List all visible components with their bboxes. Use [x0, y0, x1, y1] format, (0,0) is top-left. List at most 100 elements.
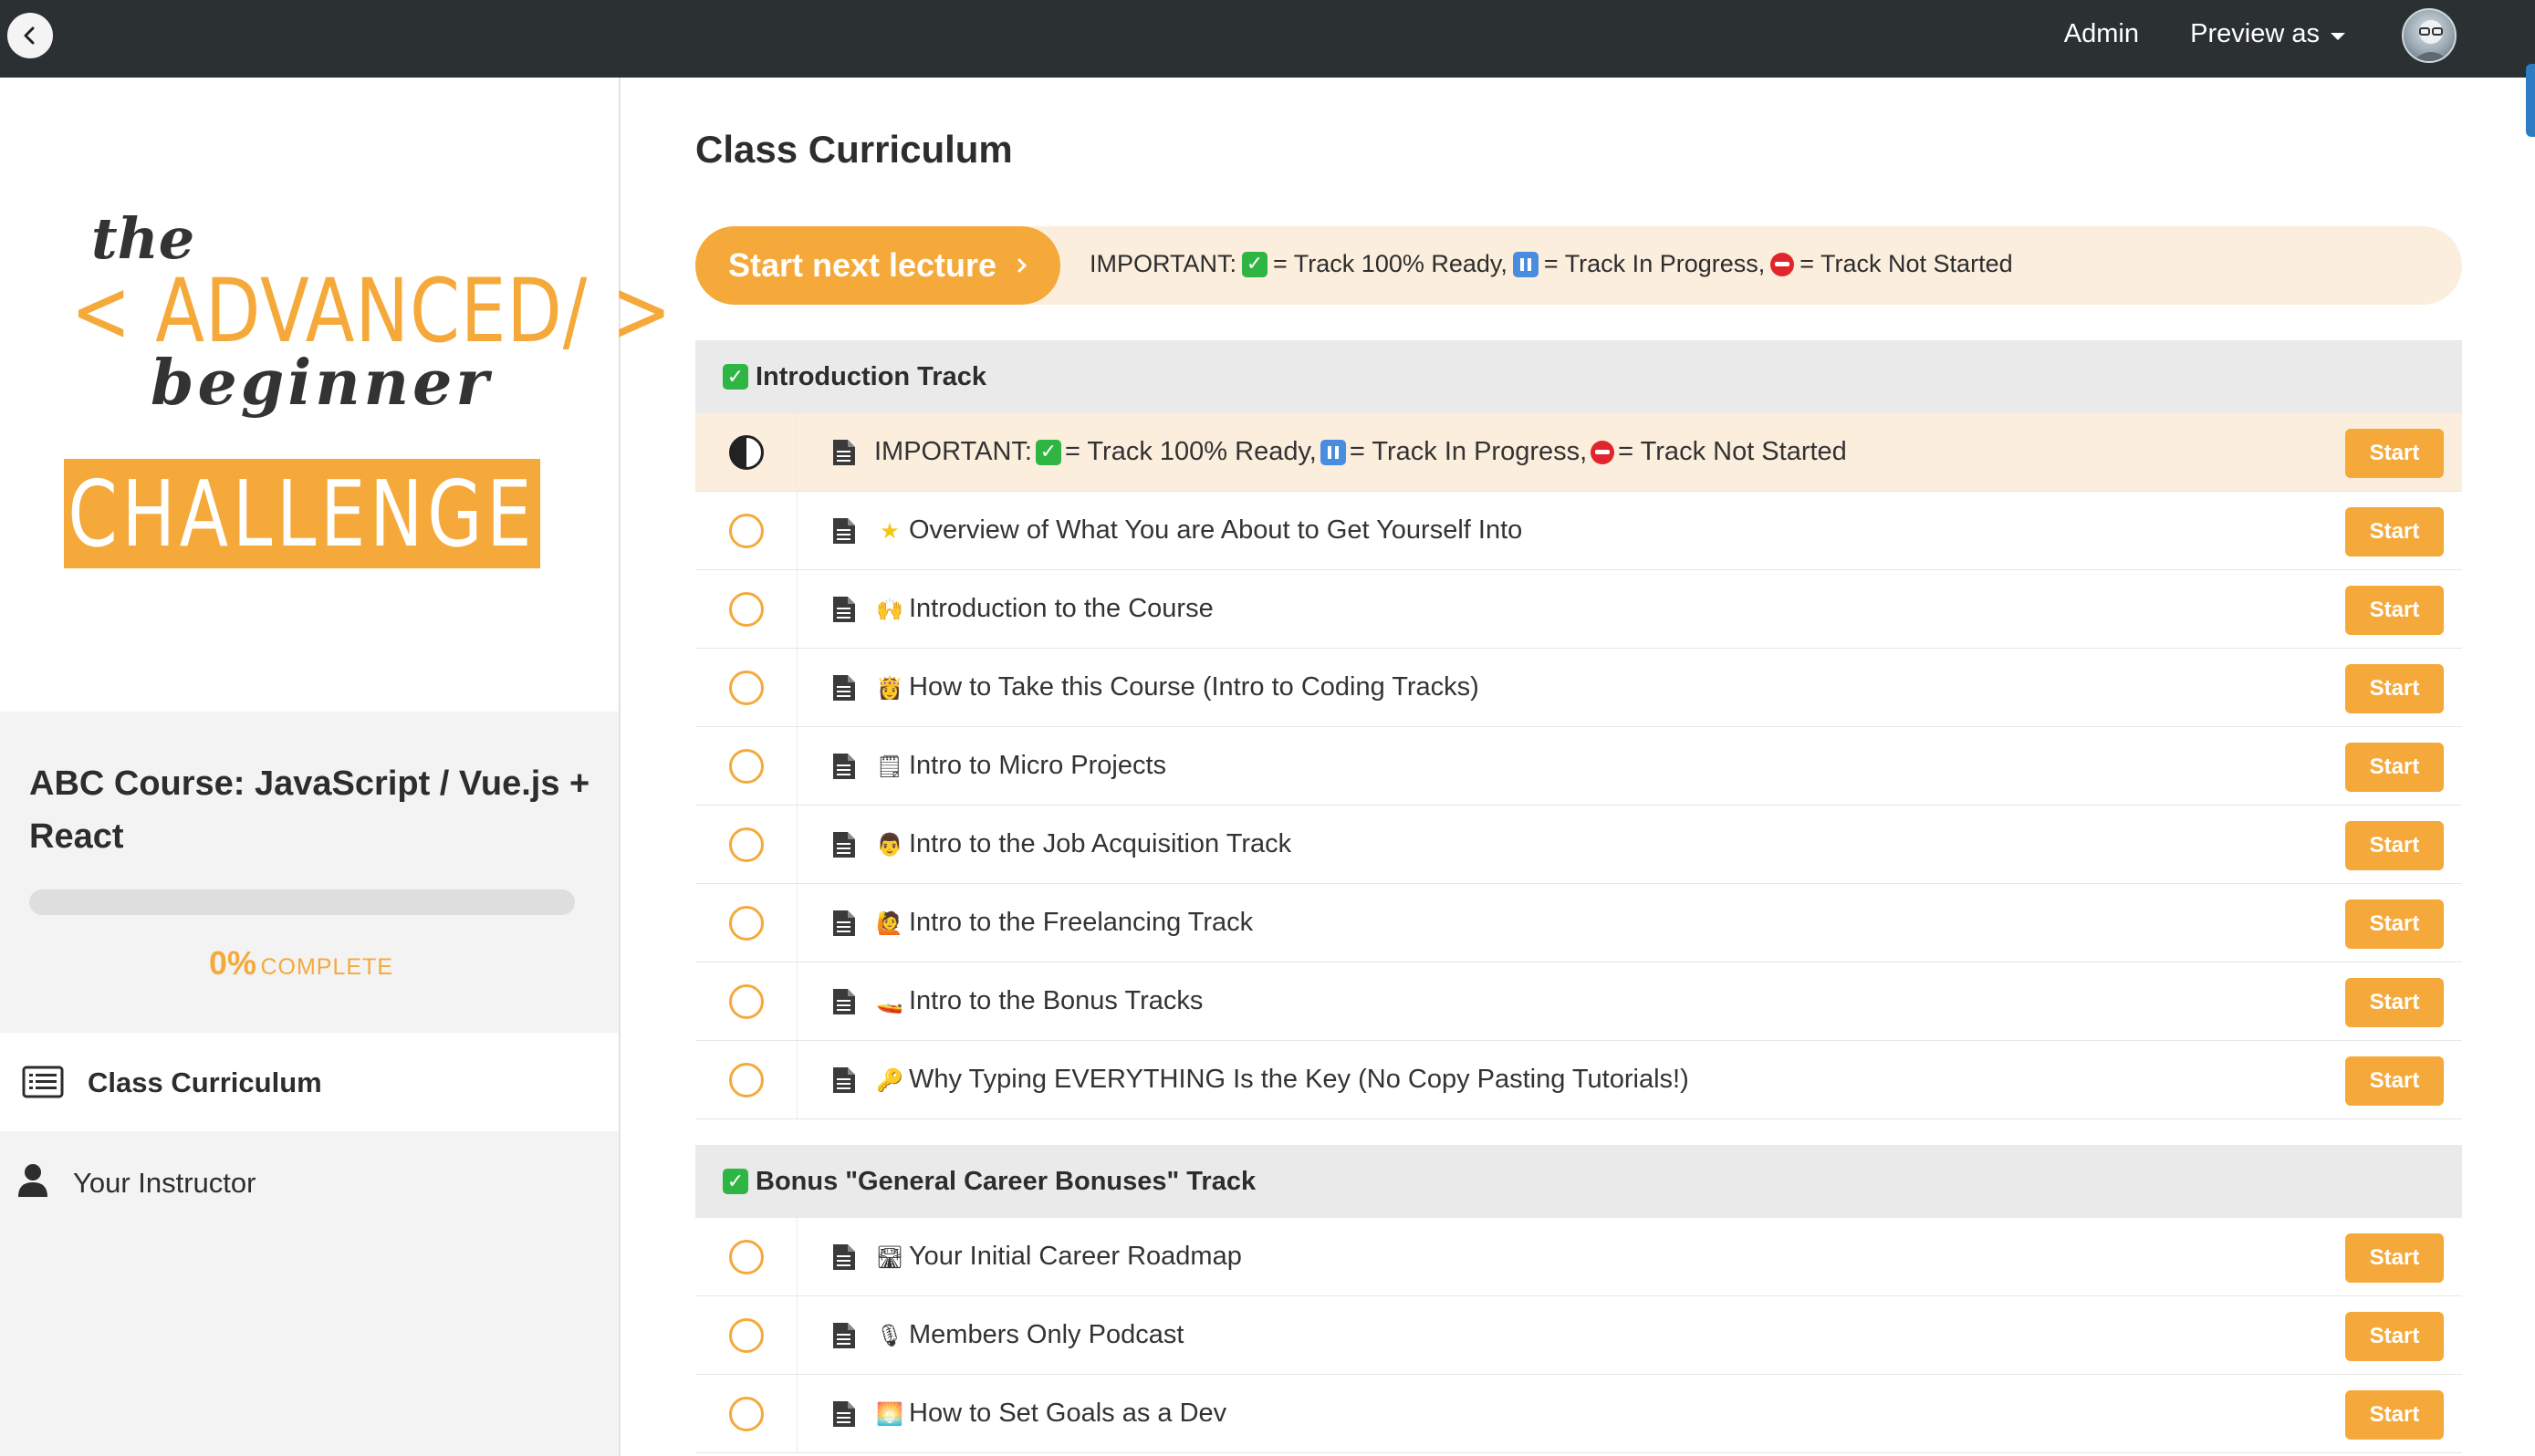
lecture-title-text: Introduction to the Course	[909, 594, 1214, 623]
lecture-title: 🚤 Intro to the Bonus Tracks	[874, 986, 1203, 1016]
lecture-row[interactable]: 🎙 Members Only Podcast Start	[695, 1296, 2462, 1375]
lecture-status	[695, 1218, 798, 1295]
section-title: Bonus "General Career Bonuses" Track	[756, 1166, 1257, 1196]
progress-status: 0% COMPLETE	[0, 944, 602, 983]
progress-bar	[29, 889, 575, 915]
key-icon: 🔑	[876, 1066, 903, 1093]
no-entry-icon	[1591, 440, 1615, 464]
lecture-status	[695, 492, 798, 569]
start-button[interactable]: Start	[2345, 1312, 2444, 1361]
start-button[interactable]: Start	[2345, 586, 2444, 635]
start-button[interactable]: Start	[2345, 429, 2444, 478]
lecture-title: 🙌 Introduction to the Course	[874, 594, 1214, 624]
document-icon	[833, 1400, 855, 1427]
start-button[interactable]: Start	[2345, 978, 2444, 1027]
sunrise-icon: 🌅	[876, 1400, 903, 1427]
lecture-row[interactable]: 🚤 Intro to the Bonus Tracks Start	[695, 962, 2462, 1041]
back-button[interactable]	[7, 13, 53, 58]
page-title: Class Curriculum	[695, 128, 1013, 171]
sidebar: the < ADVANCED/ > beginner CHALLENGE ABC…	[0, 78, 672, 1456]
lecture-row[interactable]: 👨 Intro to the Job Acquisition Track Sta…	[695, 806, 2462, 884]
start-button[interactable]: Start	[2345, 1233, 2444, 1283]
lecture-status	[695, 1375, 798, 1452]
chevron-left-icon	[24, 26, 35, 45]
check-icon: ✓	[723, 1169, 748, 1194]
empty-circle-icon	[728, 905, 764, 941]
nav-class-curriculum[interactable]: Class Curriculum	[0, 1033, 619, 1131]
lecture-row[interactable]: 🌅 How to Set Goals as a Dev Start	[695, 1375, 2462, 1453]
lecture-title-text: Intro to the Job Acquisition Track	[909, 829, 1292, 858]
nav-your-instructor[interactable]: Your Instructor	[0, 1133, 619, 1232]
raised-hands-icon: 🙌	[876, 596, 903, 622]
document-icon	[833, 753, 855, 779]
start-button[interactable]: Start	[2345, 900, 2444, 949]
lecture-title-text: How to Set Goals as a Dev	[909, 1399, 1227, 1428]
lecture-row[interactable]: 🙋 Intro to the Freelancing Track Start	[695, 884, 2462, 962]
empty-circle-icon	[728, 983, 764, 1019]
lecture-title: 🌅 How to Set Goals as a Dev	[874, 1399, 1226, 1429]
start-button[interactable]: Start	[2345, 1056, 2444, 1106]
empty-circle-icon	[728, 827, 764, 862]
lecture-row[interactable]: 🗒 Intro to Micro Projects Start	[695, 727, 2462, 806]
empty-circle-icon	[728, 670, 764, 705]
lecture-title: 🎙 Members Only Podcast	[874, 1320, 1184, 1350]
caret-down-icon	[2331, 32, 2345, 40]
admin-link[interactable]: Admin	[2064, 19, 2139, 49]
nav-label-your-instructor: Your Instructor	[73, 1167, 256, 1199]
lecture-title: 🗒 Intro to Micro Projects	[874, 751, 1166, 781]
no-entry-icon	[1770, 252, 1795, 276]
section-header: ✓ Bonus "General Career Bonuses" Track	[695, 1145, 2462, 1218]
lecture-title: ★ Overview of What You are About to Get …	[874, 515, 1522, 546]
pause-icon	[1512, 251, 1539, 277]
star-icon: ★	[880, 517, 900, 544]
nav-label-class-curriculum: Class Curriculum	[88, 1066, 322, 1098]
lecture-title-text: Your Initial Career Roadmap	[909, 1242, 1242, 1271]
section-introduction-track: ✓ Introduction Track IMPORTANT: ✓ = Trac…	[695, 340, 2462, 1119]
preview-as-label: Preview as	[2190, 19, 2320, 48]
lecture-title-text: How to Take this Course (Intro to Coding…	[909, 672, 1479, 702]
empty-circle-icon	[728, 748, 764, 784]
lecture-title: 👸 How to Take this Course (Intro to Codi…	[874, 672, 1479, 702]
lecture-row[interactable]: 🔑 Why Typing EVERYTHING Is the Key (No C…	[695, 1041, 2462, 1119]
empty-circle-icon	[728, 1062, 764, 1097]
legend-in-progress: = Track In Progress,	[1349, 437, 1588, 466]
lecture-title-text: Intro to the Freelancing Track	[909, 908, 1254, 937]
astronaut-icon: 👨	[876, 831, 903, 858]
lecture-row[interactable]: ★ Overview of What You are About to Get …	[695, 492, 2462, 570]
lecture-row[interactable]: 👸 How to Take this Course (Intro to Codi…	[695, 649, 2462, 727]
avatar[interactable]	[2402, 8, 2457, 63]
start-button[interactable]: Start	[2345, 664, 2444, 713]
document-icon	[833, 674, 855, 701]
princess-icon: 👸	[876, 674, 903, 701]
start-button[interactable]: Start	[2345, 743, 2444, 792]
lecture-title-text: Intro to the Bonus Tracks	[909, 986, 1204, 1015]
legend-not-started: = Track Not Started	[1618, 437, 1847, 466]
start-button[interactable]: Start	[2345, 821, 2444, 870]
user-icon	[16, 1162, 49, 1199]
course-title: ABC Course: JavaScript / Vue.js + React	[29, 764, 590, 856]
start-button[interactable]: Start	[2345, 507, 2444, 556]
document-icon	[833, 517, 855, 544]
chevron-right-icon	[1017, 258, 1028, 273]
next-lecture-banner: Start next lecture IMPORTANT: ✓ = Track …	[695, 226, 2462, 305]
document-icon	[833, 1243, 855, 1270]
logo-beginner: beginner	[151, 347, 493, 420]
lecture-row[interactable]: IMPORTANT: ✓ = Track 100% Ready, = Track…	[695, 413, 2462, 492]
preview-as-dropdown[interactable]: Preview as	[2190, 19, 2345, 49]
start-next-lecture-button[interactable]: Start next lecture	[695, 226, 1060, 305]
empty-circle-icon	[728, 591, 764, 627]
avatar-image	[2413, 20, 2449, 61]
start-button[interactable]: Start	[2345, 1390, 2444, 1440]
empty-circle-icon	[728, 1317, 764, 1353]
lecture-row[interactable]: 🛣 Your Initial Career Roadmap Start	[695, 1218, 2462, 1296]
empty-circle-icon	[728, 513, 764, 548]
course-logo: the < ADVANCED/ > beginner CHALLENGE	[0, 78, 672, 712]
microphone-icon: 🎙	[875, 1322, 904, 1348]
legend-text: IMPORTANT: ✓ = Track 100% Ready, = Track…	[1090, 250, 2013, 278]
lecture-status	[695, 962, 798, 1040]
lecture-row[interactable]: 🙌 Introduction to the Course Start	[695, 570, 2462, 649]
legend-not-started: = Track Not Started	[1800, 250, 2013, 277]
document-icon	[833, 910, 855, 936]
logo-challenge: CHALLENGE	[64, 459, 540, 568]
lecture-status	[695, 1041, 798, 1118]
